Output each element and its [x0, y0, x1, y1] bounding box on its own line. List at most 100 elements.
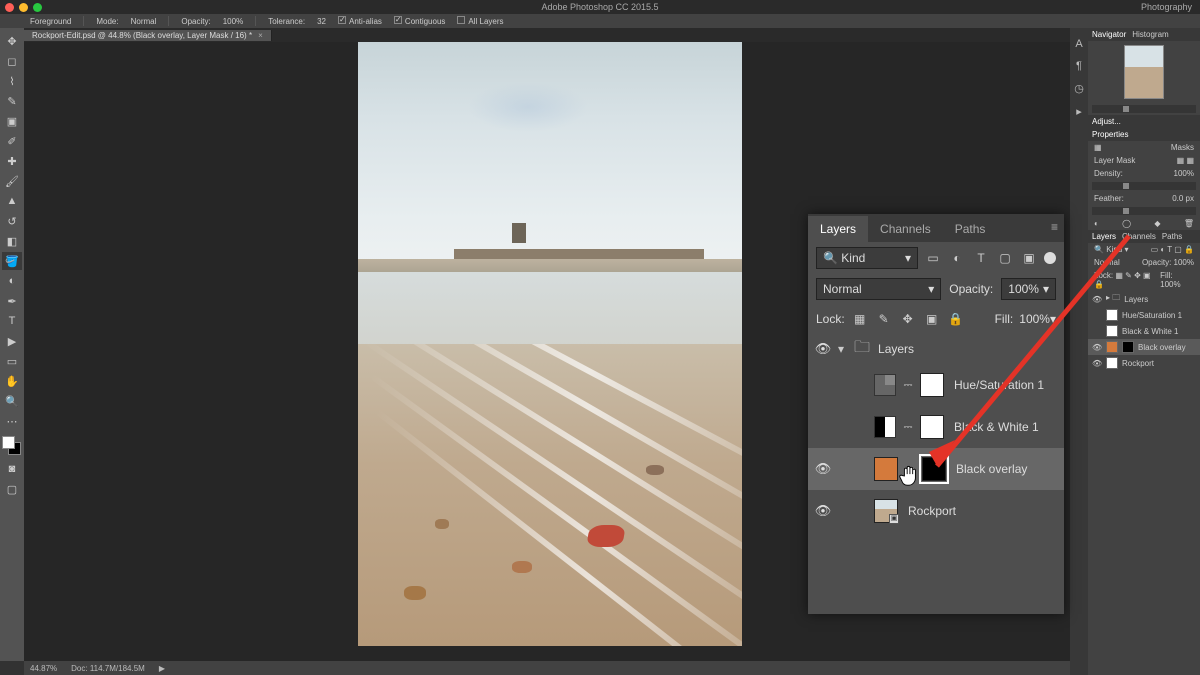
- navigator-thumbnail[interactable]: [1124, 45, 1164, 99]
- panel-menu-icon[interactable]: ≡: [1051, 220, 1058, 234]
- mini-layer-group[interactable]: 👁▸ 🗀Layers: [1088, 291, 1200, 307]
- layer-mask-thumbnail[interactable]: [920, 415, 944, 439]
- mask-invert-icon[interactable]: ◐: [1094, 219, 1099, 228]
- filter-toggle-icon[interactable]: [1044, 252, 1056, 264]
- zoom-level[interactable]: 44.87%: [30, 664, 57, 673]
- quick-select-tool[interactable]: ✎: [2, 92, 22, 110]
- mini-layer-row[interactable]: 👁Rockport: [1088, 355, 1200, 371]
- tab-mini-paths[interactable]: Paths: [1162, 232, 1182, 241]
- dodge-tool[interactable]: ◐: [2, 272, 22, 290]
- layer-group[interactable]: 👁 ▾ 🗀 Layers: [808, 334, 1064, 364]
- character-panel-icon[interactable]: A: [1075, 38, 1082, 50]
- link-icon[interactable]: ⎓: [902, 379, 914, 392]
- layer-mask-thumbnail[interactable]: [920, 373, 944, 397]
- screen-mode[interactable]: ▢: [2, 480, 22, 498]
- mask-options-icon[interactable]: ▦ ▦: [1177, 156, 1194, 165]
- link-icon[interactable]: ⎓: [904, 463, 916, 476]
- tab-adjustments[interactable]: Adjust...: [1092, 117, 1121, 126]
- density-slider[interactable]: [1092, 182, 1196, 190]
- visibility-toggle[interactable]: 👁: [814, 461, 832, 477]
- tab-layers[interactable]: Layers: [808, 216, 868, 242]
- filter-smart-icon[interactable]: ▣: [1020, 249, 1038, 267]
- contiguous-checkbox[interactable]: [394, 16, 402, 24]
- zoom-tool[interactable]: 🔍: [2, 392, 22, 410]
- bucket-tool[interactable]: 🪣: [2, 252, 22, 270]
- healing-tool[interactable]: ✚: [2, 152, 22, 170]
- tab-mini-channels[interactable]: Channels: [1122, 232, 1156, 241]
- link-icon[interactable]: ⎓: [902, 421, 914, 434]
- filter-type-dropdown[interactable]: 🔍 Kind▾: [816, 247, 918, 269]
- pen-tool[interactable]: ✒: [2, 292, 22, 310]
- mini-layer-row[interactable]: Black & White 1: [1088, 323, 1200, 339]
- layer-mask-toggle[interactable]: Layer Mask: [1094, 156, 1135, 165]
- mini-filter-dropdown[interactable]: 🔍 Kind ▾: [1094, 245, 1128, 254]
- lasso-tool[interactable]: ⌇: [2, 72, 22, 90]
- crop-tool[interactable]: ▣: [2, 112, 22, 130]
- mask-delete-icon[interactable]: 🗑: [1184, 219, 1194, 228]
- marquee-tool[interactable]: ◻: [2, 52, 22, 70]
- layer-row[interactable]: ⎓ Hue/Saturation 1: [808, 364, 1064, 406]
- lock-artboard-icon[interactable]: ▣: [923, 310, 941, 328]
- tab-paths[interactable]: Paths: [943, 216, 998, 242]
- mini-blend-dropdown[interactable]: Normal: [1094, 258, 1120, 267]
- edit-toolbar[interactable]: ⋯: [2, 412, 22, 430]
- fill-field[interactable]: 100%▾: [1019, 312, 1056, 326]
- history-brush-tool[interactable]: ↺: [2, 212, 22, 230]
- lock-all-icon[interactable]: 🔒: [947, 310, 965, 328]
- blend-mode-dropdown[interactable]: Normal▾: [816, 278, 941, 300]
- group-twisty-icon[interactable]: ▾: [838, 342, 848, 356]
- history-panel-icon[interactable]: ◷: [1074, 82, 1084, 95]
- density-value[interactable]: 100%: [1174, 169, 1194, 178]
- mini-fill[interactable]: 100%: [1160, 280, 1180, 289]
- layer-row-selected[interactable]: 👁 ⎓ Black overlay: [808, 448, 1064, 490]
- layer-row[interactable]: 👁 ▣ Rockport: [808, 490, 1064, 532]
- filter-adjust-icon[interactable]: ◐: [948, 249, 966, 267]
- brush-tool[interactable]: 🖌: [2, 172, 22, 190]
- minimize-icon[interactable]: [19, 3, 28, 12]
- actions-panel-icon[interactable]: ▸: [1076, 105, 1082, 118]
- mode-dropdown[interactable]: Normal: [131, 17, 157, 26]
- visibility-toggle[interactable]: 👁: [814, 341, 832, 357]
- eyedropper-tool[interactable]: ✐: [2, 132, 22, 150]
- lock-pixels-icon[interactable]: ✎: [875, 310, 893, 328]
- hand-tool[interactable]: ✋: [2, 372, 22, 390]
- shape-tool[interactable]: ▭: [2, 352, 22, 370]
- mask-apply-icon[interactable]: ◆: [1154, 219, 1160, 228]
- navigator-zoom-slider[interactable]: [1092, 105, 1196, 113]
- lock-transparent-icon[interactable]: ▦: [851, 310, 869, 328]
- layer-thumbnail[interactable]: [874, 457, 898, 481]
- mini-opacity[interactable]: 100%: [1174, 258, 1194, 267]
- mini-layer-row-selected[interactable]: 👁Black overlay: [1088, 339, 1200, 355]
- color-swatches[interactable]: [2, 436, 22, 458]
- eraser-tool[interactable]: ◧: [2, 232, 22, 250]
- close-tab-icon[interactable]: ×: [258, 31, 263, 40]
- document-canvas[interactable]: [358, 42, 742, 646]
- mask-load-icon[interactable]: ◯: [1122, 219, 1131, 228]
- filter-type-icon[interactable]: T: [972, 249, 990, 267]
- move-tool[interactable]: ✥: [2, 32, 22, 50]
- visibility-toggle[interactable]: 👁: [814, 503, 832, 519]
- tool-preset[interactable]: Foreground: [30, 17, 71, 26]
- tab-navigator[interactable]: Navigator: [1092, 30, 1126, 39]
- antialias-checkbox[interactable]: [338, 16, 346, 24]
- path-select-tool[interactable]: ▶: [2, 332, 22, 350]
- tab-channels[interactable]: Channels: [868, 216, 943, 242]
- workspace-label[interactable]: Photography: [1141, 0, 1192, 14]
- zoom-icon[interactable]: [33, 3, 42, 12]
- layer-row[interactable]: ⎓ Black & White 1: [808, 406, 1064, 448]
- document-tab[interactable]: Rockport-Edit.psd @ 44.8% (Black overlay…: [24, 30, 272, 41]
- all-layers-checkbox[interactable]: [457, 16, 465, 24]
- layer-thumbnail[interactable]: ▣: [874, 499, 898, 523]
- opacity-value[interactable]: 100%: [223, 17, 243, 26]
- quick-mask-toggle[interactable]: ◙: [2, 460, 22, 478]
- tab-mini-layers[interactable]: Layers: [1092, 232, 1116, 241]
- doc-info[interactable]: Doc: 114.7M/184.5M: [71, 664, 145, 673]
- stamp-tool[interactable]: ▲: [2, 192, 22, 210]
- mini-filter-icons[interactable]: ▭ ◐ T ▢ 🔒: [1151, 245, 1194, 254]
- tab-properties[interactable]: Properties: [1092, 130, 1128, 139]
- doc-info-arrow[interactable]: ▶: [159, 664, 165, 673]
- layer-mask-thumbnail-selected[interactable]: [922, 457, 946, 481]
- filter-pixel-icon[interactable]: ▭: [924, 249, 942, 267]
- feather-value[interactable]: 0.0 px: [1172, 194, 1194, 203]
- mini-layer-row[interactable]: Hue/Saturation 1: [1088, 307, 1200, 323]
